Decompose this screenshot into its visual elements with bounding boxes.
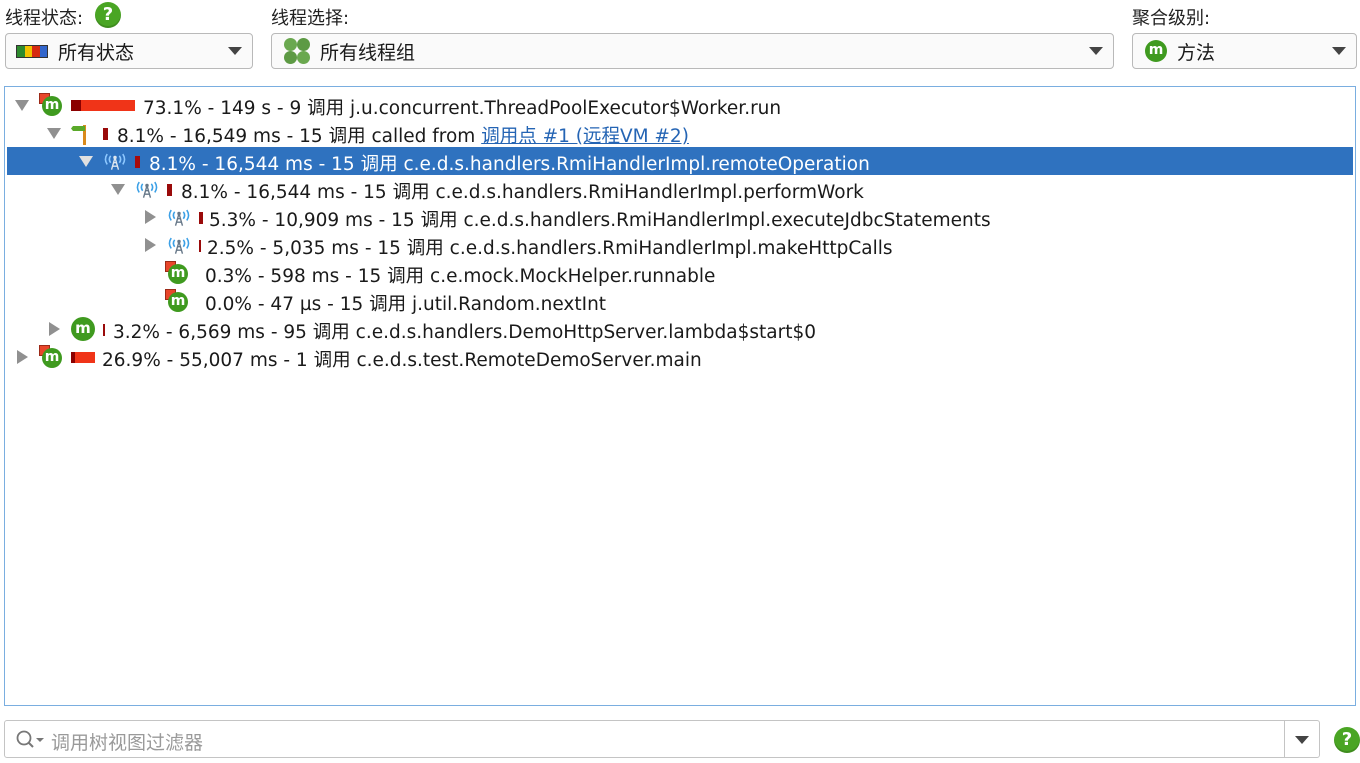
expand-toggle-icon[interactable] <box>49 322 60 336</box>
percent-bar <box>135 156 140 168</box>
expand-toggle-icon[interactable] <box>145 238 156 252</box>
chevron-down-icon <box>1295 736 1309 744</box>
tree-row[interactable]: 2.5% - 5,035 ms - 15 调用 c.e.d.s.handlers… <box>7 231 1353 259</box>
percent-bar <box>71 100 135 111</box>
search-icon <box>16 730 44 748</box>
thread-state-label: 线程状态: <box>5 8 84 29</box>
row-label: 26.9% - 55,007 ms - 1 调用 c.e.d.s.test.Re… <box>102 350 702 371</box>
expand-toggle-icon[interactable] <box>17 350 28 364</box>
thread-select-dropdown[interactable]: 所有线程组 <box>271 33 1114 69</box>
percent-bar <box>167 184 172 196</box>
method-icon: m <box>71 317 97 341</box>
remote-call-icon <box>104 153 126 170</box>
chevron-down-icon <box>228 47 242 55</box>
row-label: 3.2% - 6,569 ms - 95 调用 c.e.d.s.handlers… <box>113 322 817 343</box>
row-label: 5.3% - 10,909 ms - 15 调用 c.e.d.s.handler… <box>209 210 991 231</box>
thread-state-help-icon[interactable]: ? <box>95 2 121 28</box>
filter-history-button[interactable] <box>1284 721 1319 757</box>
method-hotspot-icon: m <box>39 345 65 369</box>
collapse-toggle-icon[interactable] <box>15 100 29 111</box>
chevron-down-icon <box>1089 47 1103 55</box>
method-hotspot-icon: m <box>165 261 191 285</box>
chevron-down-icon <box>1332 47 1346 55</box>
thread-select-label: 线程选择: <box>271 8 350 29</box>
call-site-link[interactable]: 调用点 #1 (远程VM #2) <box>481 126 689 147</box>
tree-row[interactable]: m 0.3% - 598 ms - 15 调用 c.e.mock.MockHel… <box>7 259 1353 287</box>
thread-group-icon <box>284 38 310 64</box>
tree-row[interactable]: m 0.0% - 47 µs - 15 调用 j.util.Random.nex… <box>7 287 1353 315</box>
tree-row[interactable]: 8.1% - 16,549 ms - 15 调用 called from 调用点… <box>7 119 1353 147</box>
thread-state-value: 所有状态 <box>58 41 135 64</box>
tree-row[interactable]: m 3.2% - 6,569 ms - 95 调用 c.e.d.s.handle… <box>7 315 1353 343</box>
tree-row[interactable]: 8.1% - 16,544 ms - 15 调用 c.e.d.s.handler… <box>7 175 1353 203</box>
signpost-icon <box>71 125 86 145</box>
row-label: 8.1% - 16,549 ms - 15 调用 called from 调用点… <box>117 126 689 147</box>
percent-bar <box>71 352 95 363</box>
aggregation-dropdown[interactable]: m 方法 <box>1132 33 1357 69</box>
collapse-toggle-icon[interactable] <box>47 128 61 139</box>
percent-bar <box>103 324 105 336</box>
collapse-toggle-icon[interactable] <box>111 184 125 195</box>
expand-toggle-icon[interactable] <box>145 210 156 224</box>
row-label: 73.1% - 149 s - 9 调用 j.u.concurrent.Thre… <box>143 98 782 119</box>
method-hotspot-icon: m <box>39 93 65 117</box>
row-label: 8.1% - 16,544 ms - 15 调用 c.e.d.s.handler… <box>149 154 870 175</box>
call-tree[interactable]: m 73.1% - 149 s - 9 调用 j.u.concurrent.Th… <box>4 86 1356 706</box>
remote-call-icon <box>136 181 158 198</box>
row-label: 0.0% - 47 µs - 15 调用 j.util.Random.nextI… <box>205 294 607 315</box>
method-hotspot-icon: m <box>165 289 191 313</box>
remote-call-icon <box>168 209 190 226</box>
tree-row[interactable]: m 73.1% - 149 s - 9 调用 j.u.concurrent.Th… <box>7 91 1353 119</box>
method-icon: m <box>1145 40 1167 62</box>
call-tree-filter[interactable]: 调用树视图过滤器 <box>4 720 1320 758</box>
tree-row[interactable]: m 26.9% - 55,007 ms - 1 调用 c.e.d.s.test.… <box>7 343 1353 371</box>
filter-input[interactable]: 调用树视图过滤器 <box>51 728 203 755</box>
filter-help-icon[interactable]: ? <box>1334 727 1360 753</box>
tree-row-selected[interactable]: 8.1% - 16,544 ms - 15 调用 c.e.d.s.handler… <box>7 147 1353 175</box>
percent-bar <box>199 212 203 224</box>
aggregation-label: 聚合级别: <box>1132 8 1211 29</box>
row-label: 8.1% - 16,544 ms - 15 调用 c.e.d.s.handler… <box>181 182 864 203</box>
row-label: 2.5% - 5,035 ms - 15 调用 c.e.d.s.handlers… <box>207 238 893 259</box>
thread-state-dropdown[interactable]: 所有状态 <box>5 33 253 69</box>
tree-row[interactable]: 5.3% - 10,909 ms - 15 调用 c.e.d.s.handler… <box>7 203 1353 231</box>
collapse-toggle-icon[interactable] <box>79 156 93 167</box>
remote-call-icon <box>168 237 190 254</box>
percent-bar <box>103 128 108 140</box>
thread-select-value: 所有线程组 <box>320 41 416 64</box>
row-label: 0.3% - 598 ms - 15 调用 c.e.mock.MockHelpe… <box>205 266 716 287</box>
aggregation-value: 方法 <box>1177 41 1216 64</box>
thread-state-icon <box>16 44 48 58</box>
percent-bar <box>199 240 201 252</box>
